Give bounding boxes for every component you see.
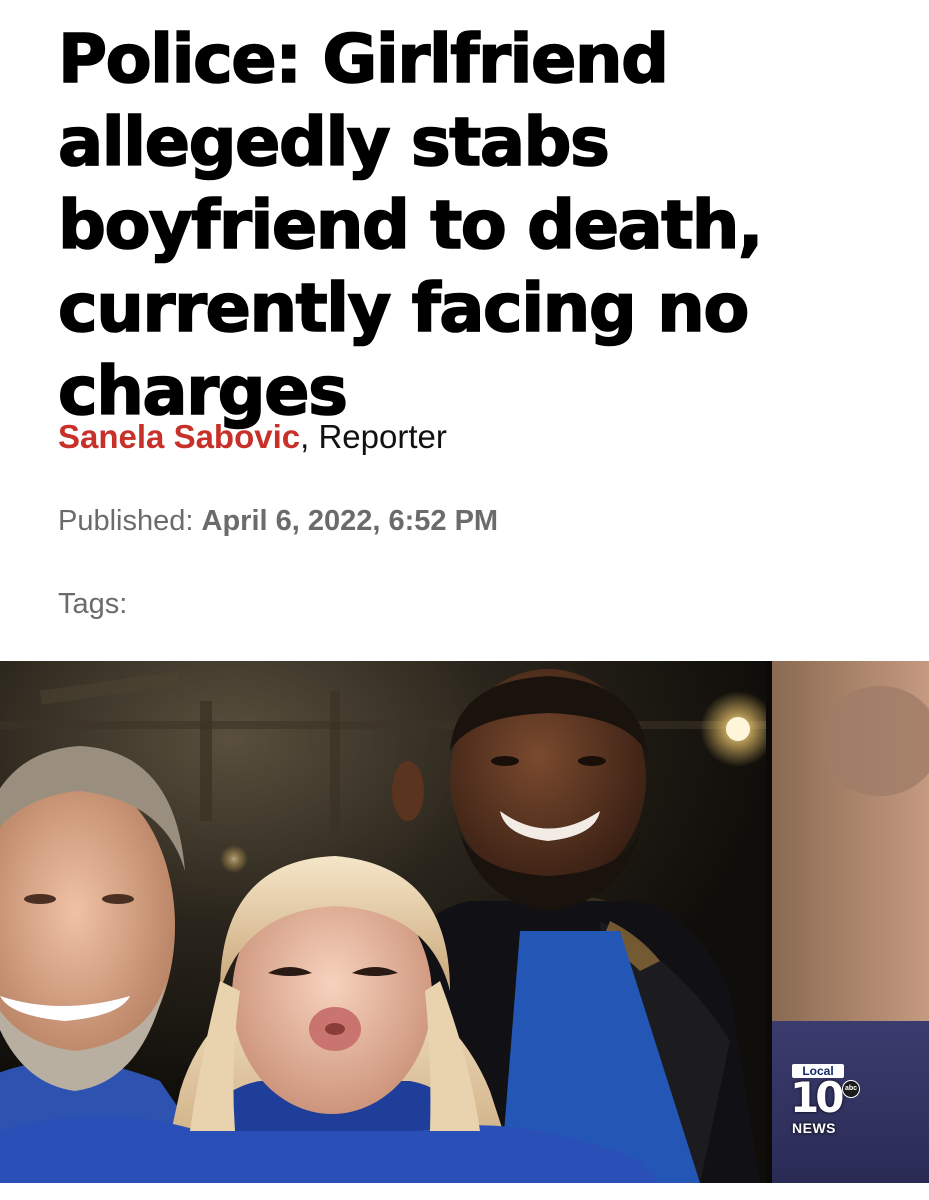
bottom-divider <box>0 1183 929 1200</box>
published-date: April 6, 2022, 6:52 PM <box>201 505 499 537</box>
published-line: Published: April 6, 2022, 6:52 PM <box>58 505 498 538</box>
watermark-number: 10 <box>790 1073 844 1122</box>
tags-label: Tags: <box>58 588 128 620</box>
article-header: Police: Girlfriend allegedly stabs boyfr… <box>57 18 898 433</box>
local10-news-logo: Local 10 abc NEWS <box>786 1062 860 1140</box>
author-role: , Reporter <box>300 418 447 455</box>
author-link[interactable]: Sanela Sabovic <box>58 418 300 455</box>
article-headline: Police: Girlfriend allegedly stabs boyfr… <box>57 19 764 431</box>
byline: Sanela Sabovic, Reporter <box>58 418 447 456</box>
article-photo[interactable]: Local 10 abc NEWS <box>0 661 929 1183</box>
published-label: Published: <box>58 505 202 537</box>
watermark-news-label: NEWS <box>792 1120 836 1136</box>
watermark-network: abc <box>842 1080 860 1098</box>
